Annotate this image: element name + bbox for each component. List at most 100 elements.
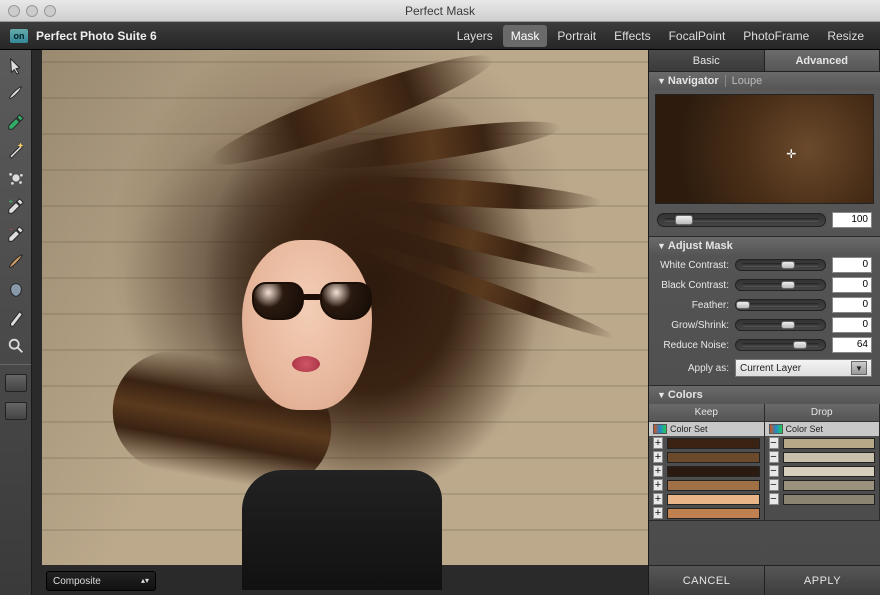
color-swatch-row: − (765, 478, 880, 492)
module-photoframe[interactable]: PhotoFrame (735, 25, 817, 47)
color-swatch[interactable] (667, 480, 760, 491)
navigator-title: Navigator (668, 75, 719, 87)
param-slider[interactable] (735, 319, 826, 331)
svg-text:+: + (8, 197, 12, 205)
module-layers[interactable]: Layers (449, 25, 501, 47)
color-swatch[interactable] (783, 494, 876, 505)
navigator-preview[interactable]: ✛ (655, 94, 874, 204)
color-swatch[interactable] (667, 494, 760, 505)
paint-brush-tool[interactable] (3, 250, 29, 274)
color-swatch-row: − (765, 450, 880, 464)
disclosure-icon: ▼ (657, 390, 666, 400)
mask-view-toggle[interactable] (3, 371, 29, 395)
remove-swatch-button[interactable]: − (769, 437, 779, 449)
window-title: Perfect Mask (0, 4, 880, 18)
adjust-mask-title: Adjust Mask (668, 240, 733, 252)
panel-tabs: BasicAdvanced (649, 50, 880, 72)
apply-as-dropdown[interactable]: Current Layer ▼ (735, 359, 872, 377)
param-label: White Contrast: (657, 260, 729, 271)
param-row: White Contrast: 0 (649, 255, 880, 275)
color-swatch[interactable] (783, 438, 876, 449)
add-swatch-button[interactable]: + (653, 493, 663, 505)
zoom-tool[interactable] (3, 334, 29, 358)
colors-header[interactable]: ▼ Colors (649, 386, 880, 404)
navigator-header[interactable]: ▼ Navigator Loupe (649, 72, 880, 90)
remove-swatch-button[interactable]: − (769, 465, 779, 477)
param-value-field[interactable]: 0 (832, 277, 872, 293)
sunglasses (252, 282, 372, 322)
svg-text:−: − (8, 225, 12, 233)
tab-advanced[interactable]: Advanced (765, 50, 880, 72)
move-tool[interactable] (3, 54, 29, 78)
param-value-field[interactable]: 0 (832, 257, 872, 273)
param-value-field[interactable]: 0 (832, 317, 872, 333)
param-label: Feather: (657, 300, 729, 311)
color-swatch[interactable] (667, 466, 760, 477)
param-value-field[interactable]: 0 (832, 297, 872, 313)
drop-brush-tool[interactable] (3, 110, 29, 134)
remove-swatch-button[interactable]: − (769, 451, 779, 463)
color-swatch-row: − (765, 464, 880, 478)
param-slider[interactable] (735, 299, 826, 311)
window-titlebar: Perfect Mask (0, 0, 880, 22)
zoom-value-field[interactable]: 100 (832, 212, 872, 228)
color-swatch[interactable] (667, 438, 760, 449)
color-swatch[interactable] (667, 508, 760, 519)
navigator-loupe-tab[interactable]: Loupe (725, 75, 763, 87)
blend-brush-tool[interactable] (3, 278, 29, 302)
remove-swatch-button[interactable]: − (769, 493, 779, 505)
color-swatch[interactable] (783, 480, 876, 491)
module-focalpoint[interactable]: FocalPoint (661, 25, 734, 47)
drop-dropper-tool[interactable]: − (3, 222, 29, 246)
rainbow-icon (769, 424, 783, 434)
tab-basic[interactable]: Basic (649, 50, 765, 72)
view-mode-select[interactable]: Composite ▴▾ (46, 571, 156, 591)
color-swatch-row: + (649, 492, 764, 506)
add-swatch-button[interactable]: + (653, 507, 663, 519)
navigator-section: ▼ Navigator Loupe ✛ 100 (649, 72, 880, 237)
cancel-button[interactable]: CANCEL (649, 566, 765, 595)
drop-color-set-row[interactable]: Color Set (765, 422, 880, 436)
pen-tool[interactable] (3, 306, 29, 330)
param-row: Feather: 0 (649, 295, 880, 315)
brand-label: Perfect Photo Suite 6 (36, 29, 157, 43)
drop-colors-column: Drop Color Set − − − − − (765, 404, 880, 520)
add-swatch-button[interactable]: + (653, 479, 663, 491)
param-slider[interactable] (735, 279, 826, 291)
keep-header: Keep (649, 404, 764, 422)
module-portrait[interactable]: Portrait (549, 25, 604, 47)
module-switcher: LayersMaskPortraitEffectsFocalPointPhoto… (449, 25, 880, 47)
color-swatch[interactable] (667, 452, 760, 463)
drop-header: Drop (765, 404, 880, 422)
keep-dropper-tool[interactable]: + (3, 194, 29, 218)
tool-strip: +− (0, 50, 32, 595)
add-swatch-button[interactable]: + (653, 451, 663, 463)
image-canvas[interactable] (32, 50, 648, 595)
keep-brush-tool[interactable] (3, 82, 29, 106)
color-swatch-row: + (649, 464, 764, 478)
brand: on Perfect Photo Suite 6 (0, 29, 167, 43)
module-resize[interactable]: Resize (819, 25, 872, 47)
magic-brush-tool[interactable] (3, 138, 29, 162)
keep-color-set-row[interactable]: Color Set (649, 422, 764, 436)
crosshair-icon: ✛ (786, 147, 796, 161)
module-effects[interactable]: Effects (606, 25, 658, 47)
add-swatch-button[interactable]: + (653, 465, 663, 477)
param-slider[interactable] (735, 339, 826, 351)
dual-view-toggle[interactable] (3, 399, 29, 423)
add-swatch-button[interactable]: + (653, 437, 663, 449)
color-swatch[interactable] (783, 452, 876, 463)
canvas-area: Composite ▴▾ (32, 50, 648, 595)
param-label: Reduce Noise: (657, 340, 729, 351)
module-mask[interactable]: Mask (503, 25, 548, 47)
remove-swatch-button[interactable]: − (769, 479, 779, 491)
adjust-mask-header[interactable]: ▼ Adjust Mask (649, 237, 880, 255)
param-value-field[interactable]: 64 (832, 337, 872, 353)
color-swatch-row: − (765, 436, 880, 450)
param-slider[interactable] (735, 259, 826, 271)
spot-brush-tool[interactable] (3, 166, 29, 190)
keep-colors-column: Keep Color Set + + + + + + (649, 404, 765, 520)
zoom-slider[interactable] (657, 213, 826, 227)
color-swatch[interactable] (783, 466, 876, 477)
apply-button[interactable]: APPLY (765, 566, 880, 595)
